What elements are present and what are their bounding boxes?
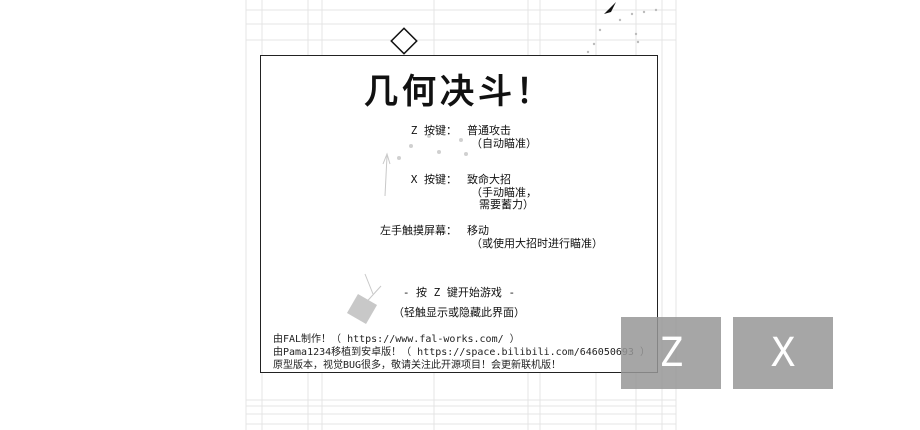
control-action-z: 普通攻击 (467, 124, 511, 137)
x-ultimate-button[interactable]: X (733, 317, 833, 389)
enemy-arrow (604, 2, 616, 14)
control-key-z: Z 按键： (410, 124, 457, 137)
control-action-z-note: （自动瞄准） (471, 137, 537, 150)
control-action-x: 致命大招 (467, 173, 511, 186)
control-action-touch: 移动 (467, 224, 489, 237)
credit-line-1: 由FAL制作！（ https://www.fal-works.com/ ） (273, 334, 520, 345)
control-key-touch: 左手触摸屏幕： (380, 224, 457, 237)
game-title: 几何决斗！ (364, 72, 554, 112)
credit-line-3: 原型版本，视觉BUG很多，敬请关注此开源项目！会更新联机版！ (273, 360, 562, 371)
control-action-x-note2: 需要蓄力） (479, 198, 534, 211)
credit-line-2: 由Pama1234移植到安卓版！（ https://space.bilibili… (273, 347, 650, 358)
instruction-panel[interactable]: 几何决斗！ Z 按键： 普通攻击 （自动瞄准） X 按键： 致命大招 （手动瞄准… (260, 55, 658, 373)
control-key-x: X 按键： (410, 173, 457, 186)
control-action-touch-note: （或使用大招时进行瞄准） (471, 237, 603, 250)
z-attack-button[interactable]: Z (621, 317, 721, 389)
start-prompt: - 按 Z 键开始游戏 - (402, 286, 516, 299)
toggle-hint: （轻触显示或隐藏此界面） (393, 306, 525, 319)
player-diamond (390, 27, 418, 55)
